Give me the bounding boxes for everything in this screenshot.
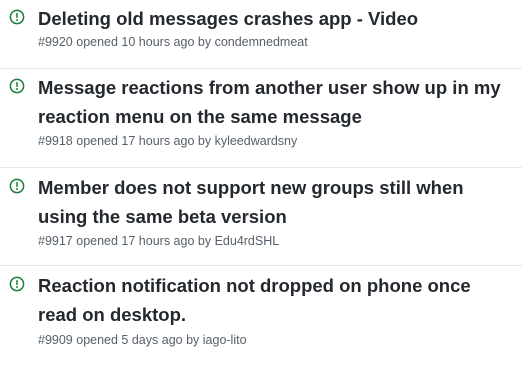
issue-opened-text: opened 17 hours ago by bbox=[76, 134, 212, 148]
issue-opened-icon bbox=[9, 78, 25, 94]
issue-author-link[interactable]: kyleedwardsny bbox=[215, 134, 298, 148]
issue-opened-text: opened 17 hours ago by bbox=[76, 234, 212, 248]
issue-row: Message reactions from another user show… bbox=[0, 69, 522, 168]
issue-author-link[interactable]: iago-lito bbox=[203, 333, 247, 347]
issue-meta: #9918 opened 17 hours ago by kyleedwards… bbox=[38, 133, 522, 149]
issue-opened-icon bbox=[9, 9, 25, 25]
issue-title-link[interactable]: Message reactions from another user show… bbox=[38, 73, 522, 131]
issue-list: Deleting old messages crashes app - Vide… bbox=[0, 0, 522, 369]
issue-title-link[interactable]: Member does not support new groups still… bbox=[38, 173, 522, 231]
issue-opened-text: opened 10 hours ago by bbox=[76, 35, 212, 49]
issue-number: #9918 bbox=[38, 134, 73, 148]
issue-meta: #9920 opened 10 hours ago by condemnedme… bbox=[38, 34, 522, 50]
issue-opened-text: opened 5 days ago by bbox=[76, 333, 200, 347]
issue-meta: #9909 opened 5 days ago by iago-lito bbox=[38, 332, 522, 348]
issue-row: Deleting old messages crashes app - Vide… bbox=[0, 0, 522, 69]
issue-title-link[interactable]: Deleting old messages crashes app - Vide… bbox=[38, 4, 522, 33]
issue-number: #9917 bbox=[38, 234, 73, 248]
issue-row: Member does not support new groups still… bbox=[0, 168, 522, 266]
issue-meta: #9917 opened 17 hours ago by Edu4rdSHL bbox=[38, 233, 522, 249]
issue-opened-icon bbox=[9, 276, 25, 292]
issue-number: #9909 bbox=[38, 333, 73, 347]
issue-author-link[interactable]: condemnedmeat bbox=[215, 35, 308, 49]
issue-row: Reaction notification not dropped on pho… bbox=[0, 266, 522, 369]
issue-opened-icon bbox=[9, 178, 25, 194]
issue-title-link[interactable]: Reaction notification not dropped on pho… bbox=[38, 271, 522, 329]
issue-author-link[interactable]: Edu4rdSHL bbox=[215, 234, 280, 248]
issue-number: #9920 bbox=[38, 35, 73, 49]
